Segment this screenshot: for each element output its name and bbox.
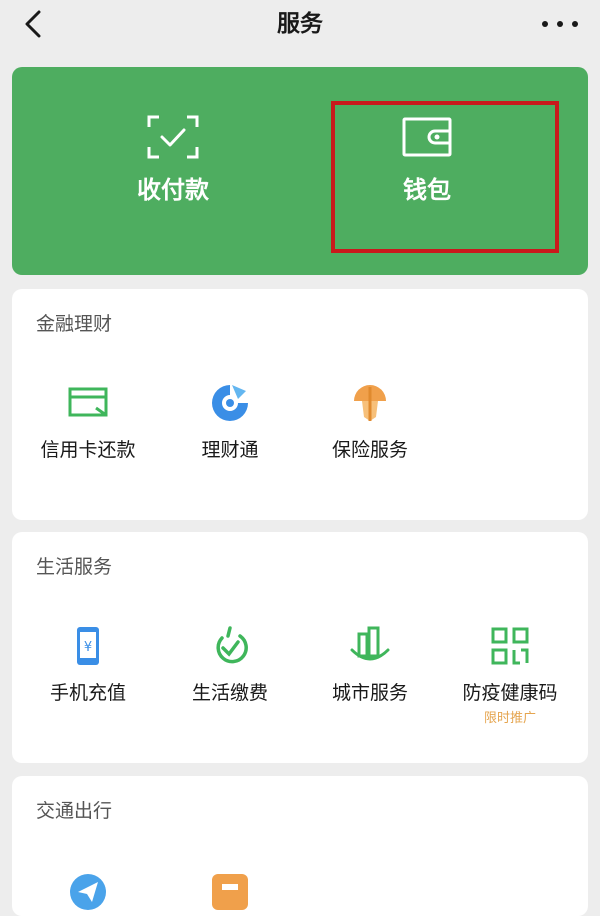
- wallet-icon: [402, 117, 452, 157]
- qr-health-code-icon: [491, 627, 529, 665]
- transport-item-1[interactable]: [18, 870, 158, 914]
- wealth-icon: [212, 385, 248, 421]
- wallet-label: 钱包: [403, 176, 451, 204]
- scan-check-icon: [147, 115, 199, 159]
- phone-recharge-button[interactable]: ¥ 手机充值: [18, 624, 158, 706]
- umbrella-shield-icon: [354, 385, 386, 421]
- svg-text:¥: ¥: [84, 640, 92, 655]
- life-services-card: 生活服务 ¥ 手机充值 生活缴费 城市服务 防疫健康码 限时推广: [12, 532, 588, 763]
- utility-payment-button[interactable]: 生活缴费: [160, 624, 300, 706]
- transport-item-2[interactable]: [160, 870, 300, 914]
- section-title-finance: 金融理财: [36, 313, 113, 335]
- insurance-button[interactable]: 保险服务: [300, 381, 440, 463]
- finance-card: 金融理财 信用卡还款 理财通 保险服务: [12, 289, 588, 520]
- hero-card: 收付款 钱包: [12, 67, 588, 275]
- health-code-button[interactable]: 防疫健康码 限时推广: [440, 624, 580, 728]
- city-service-button[interactable]: 城市服务: [300, 624, 440, 706]
- promo-badge: 限时推广: [483, 711, 536, 726]
- section-title-transport: 交通出行: [36, 800, 113, 822]
- utility-payment-icon: [216, 626, 248, 664]
- back-button[interactable]: [18, 8, 48, 40]
- paper-plane-icon: [70, 874, 106, 910]
- credit-card-icon: [68, 387, 108, 417]
- nav-bar: 服务: [0, 0, 600, 52]
- phone-recharge-icon: ¥: [77, 627, 99, 665]
- wallet-button[interactable]: 钱包: [312, 67, 542, 275]
- chevron-left-icon: [25, 10, 41, 38]
- city-service-icon: [350, 626, 390, 661]
- page-title: 服务: [277, 11, 323, 37]
- more-button[interactable]: [542, 8, 578, 40]
- credit-card-repay-button[interactable]: 信用卡还款: [18, 381, 158, 463]
- section-title-life: 生活服务: [36, 556, 113, 578]
- transport-card: 交通出行: [12, 776, 588, 916]
- pay-receive-label: 收付款: [137, 176, 209, 204]
- pay-receive-button[interactable]: 收付款: [58, 67, 288, 275]
- more-dots-icon: [542, 21, 548, 27]
- train-ticket-icon: [212, 874, 248, 910]
- wealth-button[interactable]: 理财通: [160, 381, 300, 463]
